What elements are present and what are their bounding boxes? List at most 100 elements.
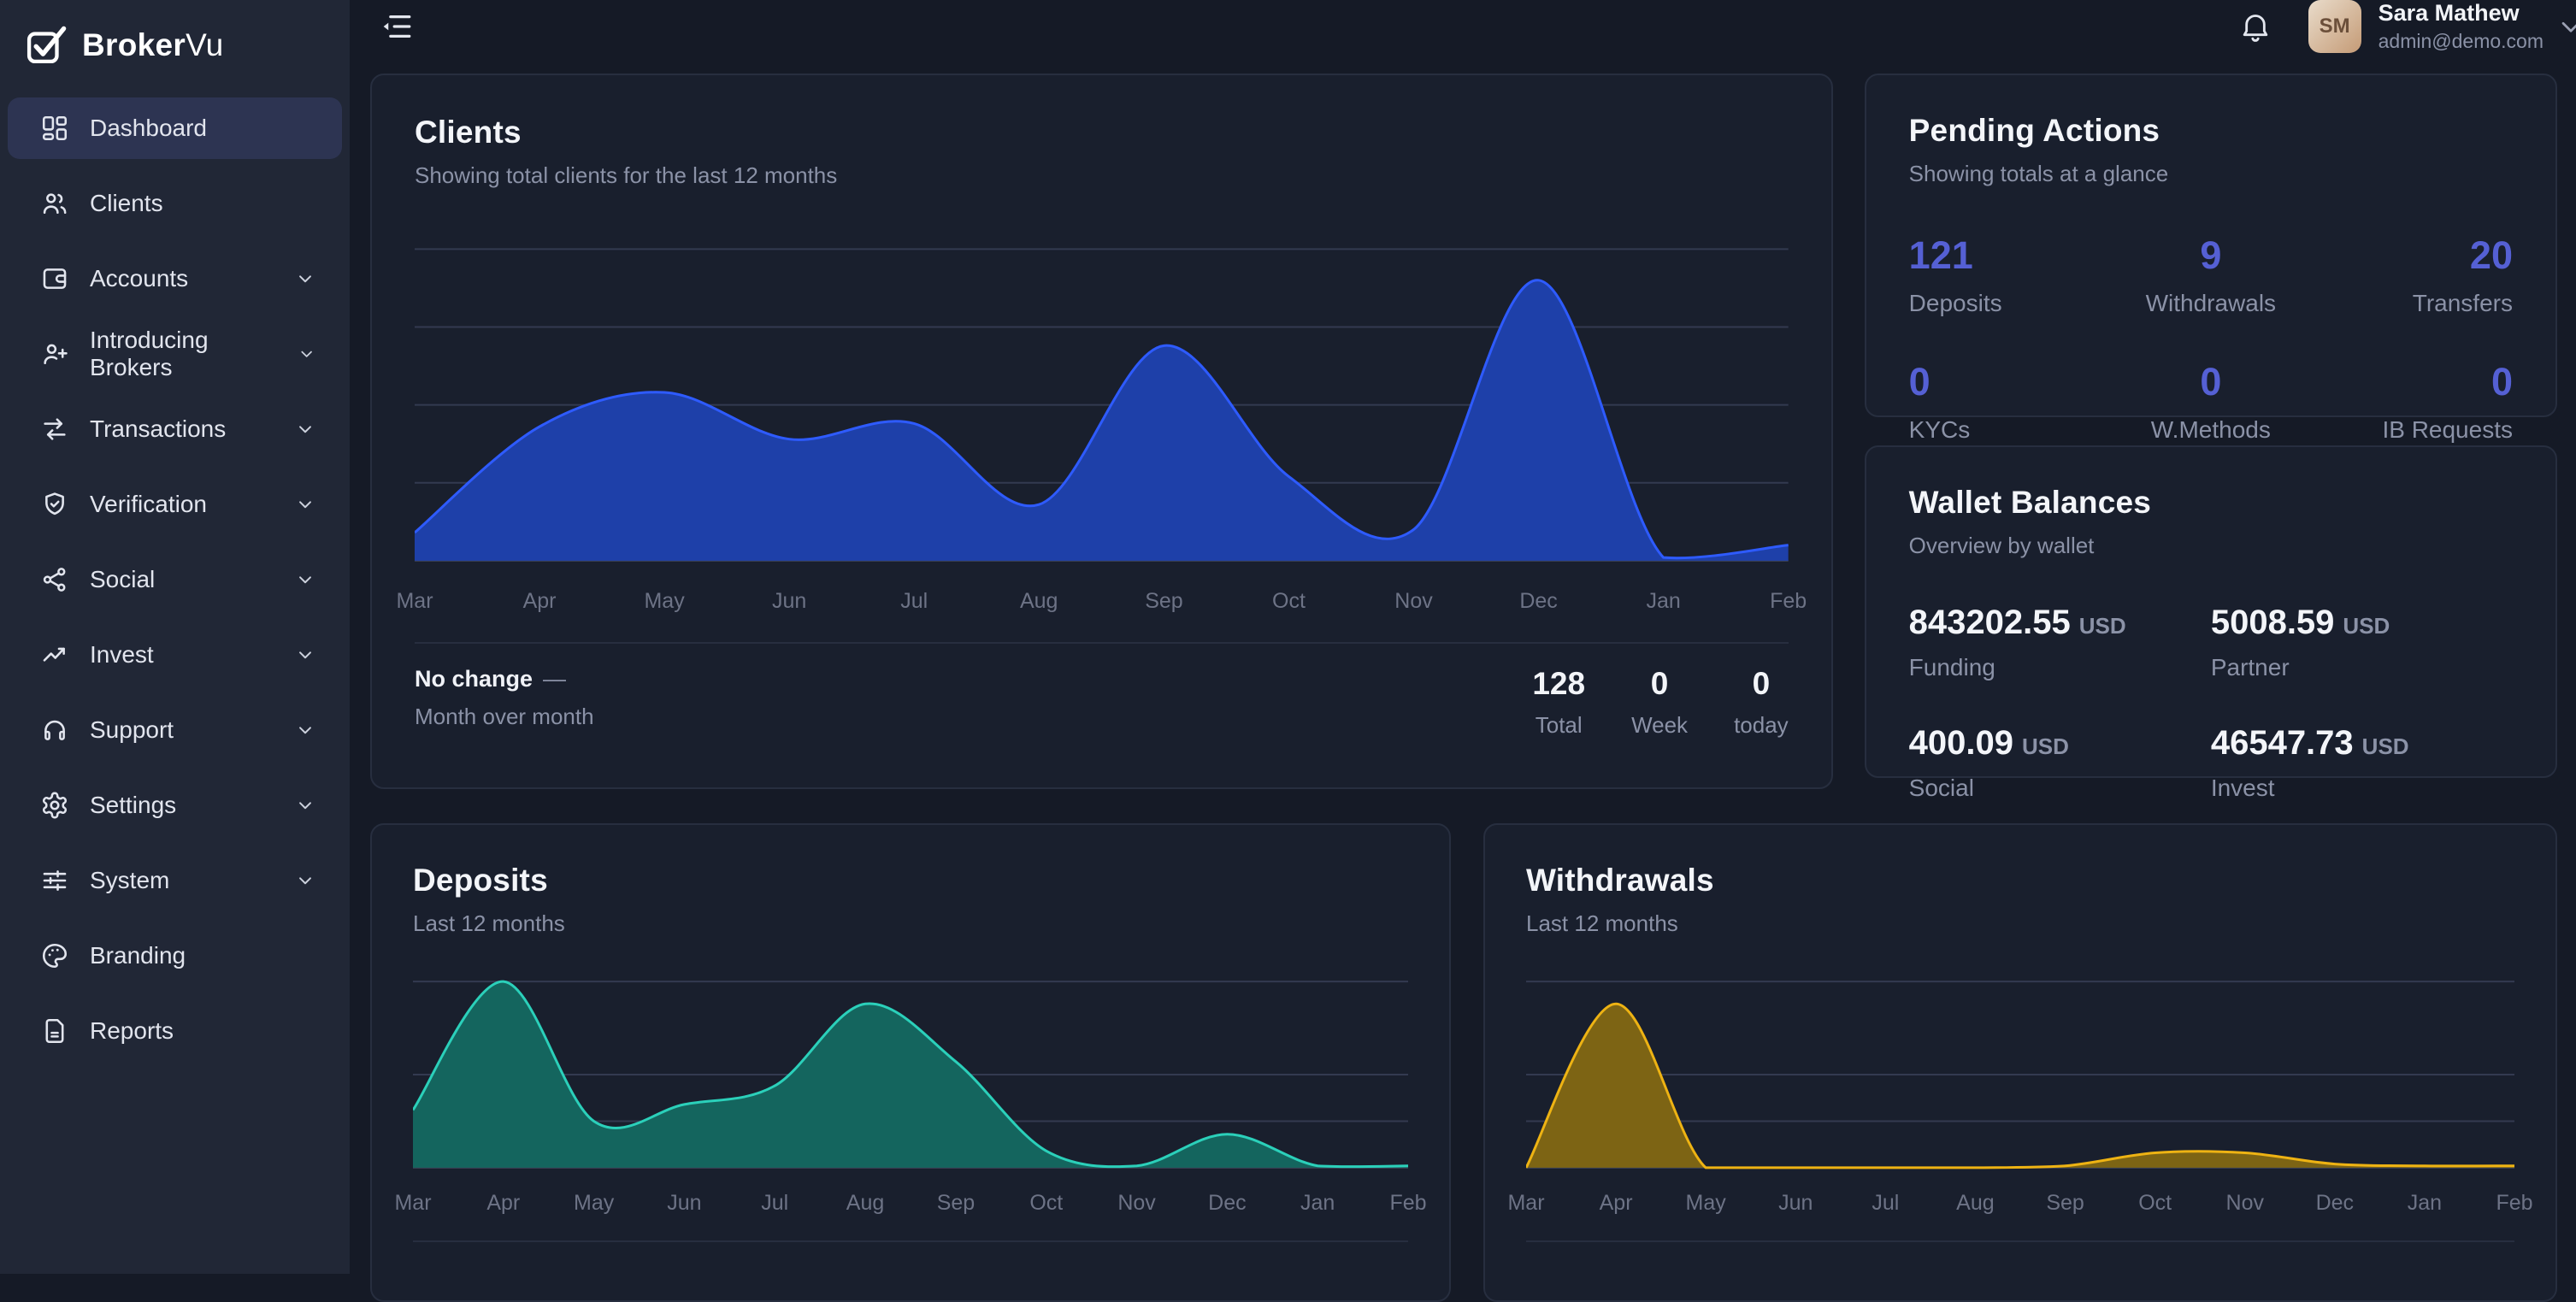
sidebar-item-settings[interactable]: Settings (8, 775, 342, 836)
sidebar: BrokerVu Dashboard Clients Accounts Introdu… (0, 0, 350, 1274)
no-change-dash-icon: — (543, 666, 566, 692)
sidebar-item-support[interactable]: Support (8, 699, 342, 761)
x-axis-label-feb: Feb (1770, 589, 1807, 614)
x-axis-label-feb: Feb (1389, 1191, 1426, 1216)
sidebar-item-introducing-brokers[interactable]: Introducing Brokers (8, 323, 342, 385)
pending-stat-kycs: 0KYCs (1909, 360, 2110, 444)
x-axis-label-dec: Dec (1208, 1191, 1246, 1216)
wallet-value: 5008.59 (2211, 604, 2335, 641)
share-icon (40, 565, 69, 594)
sidebar-item-invest[interactable]: Invest (8, 624, 342, 686)
wallet-value: 46547.73 (2211, 724, 2354, 762)
sidebar-item-label: Transactions (90, 415, 226, 443)
wallet-invest: 46547.73USDInvest (2211, 724, 2513, 802)
x-axis-label-may: May (1686, 1191, 1726, 1216)
withdrawals-footer-divider (1526, 1240, 2514, 1242)
pending-stat-label: W.Methods (2110, 416, 2311, 444)
user-plus-icon (40, 339, 69, 368)
transfer-icon (40, 415, 69, 444)
withdrawals-chart-plot (1526, 966, 2514, 1175)
user-menu-chevron-down-icon[interactable] (2555, 11, 2576, 42)
x-axis-label-mar: Mar (396, 589, 433, 614)
x-axis-label-mar: Mar (394, 1191, 431, 1216)
x-axis-label-jul: Jul (900, 589, 928, 614)
sidebar-item-transactions[interactable]: Transactions (8, 398, 342, 460)
sidebar-item-system[interactable]: System (8, 850, 342, 911)
pending-stat-transfers: 20 Transfers (2312, 233, 2513, 317)
trend-up-icon (40, 640, 69, 669)
brand-logo-icon (22, 22, 68, 68)
stat-label: Week (1631, 712, 1688, 739)
sidebar-item-clients[interactable]: Clients (8, 173, 342, 234)
right-column: Pending Actions Showing totals at a glan… (1865, 74, 2557, 789)
avatar[interactable]: SM (2308, 0, 2361, 53)
chevron-down-icon (294, 644, 316, 666)
shield-check-icon (40, 490, 69, 519)
sidebar-item-label: Settings (90, 792, 176, 819)
clients-mini-stats: 128Total0Week0today (1532, 666, 1788, 739)
clients-x-axis: MarAprMayJunJulAugSepOctNovDecJanFeb (415, 582, 1789, 620)
withdrawals-card-title: Withdrawals (1526, 863, 2514, 898)
withdrawals-card: Withdrawals Last 12 months MarAprMayJunJ… (1483, 823, 2557, 1302)
wallet-currency: USD (2343, 613, 2390, 639)
pending-stat-label: Transfers (2312, 290, 2513, 317)
sidebar-item-label: Reports (90, 1017, 174, 1045)
pending-stat-w-methods: 0W.Methods (2110, 360, 2311, 444)
pending-stat-value: 9 (2110, 233, 2311, 278)
clients-trend-text: No change — (415, 666, 594, 692)
chevron-down-icon (294, 493, 316, 515)
sidebar-item-label: Social (90, 566, 155, 593)
notifications-bell-button[interactable] (2238, 9, 2272, 44)
x-axis-label-mar: Mar (1507, 1191, 1544, 1216)
dashboard-content: Clients Showing total clients for the la… (350, 53, 2576, 1302)
sidebar-item-label: Branding (90, 942, 186, 969)
sidebar-item-branding[interactable]: Branding (8, 925, 342, 987)
withdrawals-card-subtitle: Last 12 months (1526, 910, 2514, 937)
clients-change-label: No change (415, 666, 533, 692)
deposits-footer-divider (413, 1240, 1408, 1242)
clients-trend-subtext: Month over month (415, 704, 594, 730)
x-axis-label-sep: Sep (1145, 589, 1182, 614)
wallet-partner: 5008.59USDPartner (2211, 604, 2513, 681)
wallet-balances-title: Wallet Balances (1909, 485, 2513, 521)
sidebar-item-dashboard[interactable]: Dashboard (8, 97, 342, 159)
wallet-balances-subtitle: Overview by wallet (1909, 533, 2513, 559)
pending-stat-value: 20 (2312, 233, 2513, 278)
wallet-social: 400.09USDSocial (1909, 724, 2211, 802)
x-axis-label-jan: Jan (1300, 1191, 1335, 1216)
pending-stat-ib-requests: 0IB Requests (2312, 360, 2513, 444)
sidebar-item-verification[interactable]: Verification (8, 474, 342, 535)
x-axis-label-aug: Aug (1956, 1191, 1994, 1216)
sidebar-item-accounts[interactable]: Accounts (8, 248, 342, 309)
file-icon (40, 1016, 69, 1046)
deposits-area-chart (413, 966, 1408, 1175)
stat-value: 0 (1734, 666, 1789, 702)
brand-name-light: Vu (186, 27, 223, 62)
x-axis-label-may: May (574, 1191, 614, 1216)
sidebar-item-label: Invest (90, 641, 154, 669)
x-axis-label-jun: Jun (1778, 1191, 1813, 1216)
sidebar-item-label: Dashboard (90, 115, 207, 142)
topbar: SM Sara Mathew admin@demo.com (350, 0, 2576, 53)
user-name: Sara Mathew (2379, 2, 2544, 25)
sidebar-item-social[interactable]: Social (8, 549, 342, 610)
wallet-currency: USD (2362, 733, 2409, 759)
brand-name-bold: Broker (82, 27, 186, 62)
stat-value: 128 (1532, 666, 1585, 702)
wallet-value: 400.09 (1909, 724, 2013, 762)
user-email: admin@demo.com (2379, 32, 2544, 51)
stat-label: today (1734, 712, 1789, 739)
x-axis-label-oct: Oct (1029, 1191, 1063, 1216)
clients-stat-total: 128Total (1532, 666, 1585, 739)
x-axis-label-oct: Oct (2138, 1191, 2172, 1216)
x-axis-label-jun: Jun (667, 1191, 701, 1216)
sidebar-collapse-button[interactable] (378, 9, 414, 44)
user-meta: Sara Mathew admin@demo.com (2379, 2, 2544, 51)
bell-icon (2238, 9, 2272, 44)
wallet-currency: USD (2079, 613, 2126, 639)
sidebar-menu: Dashboard Clients Accounts Introducing Brok… (0, 97, 350, 1062)
wallet-value-line: 400.09USD (1909, 724, 2211, 763)
sidebar-item-reports[interactable]: Reports (8, 1000, 342, 1062)
clients-card-subtitle: Showing total clients for the last 12 mo… (415, 162, 1789, 189)
wallet-value-line: 843202.55USD (1909, 604, 2211, 642)
